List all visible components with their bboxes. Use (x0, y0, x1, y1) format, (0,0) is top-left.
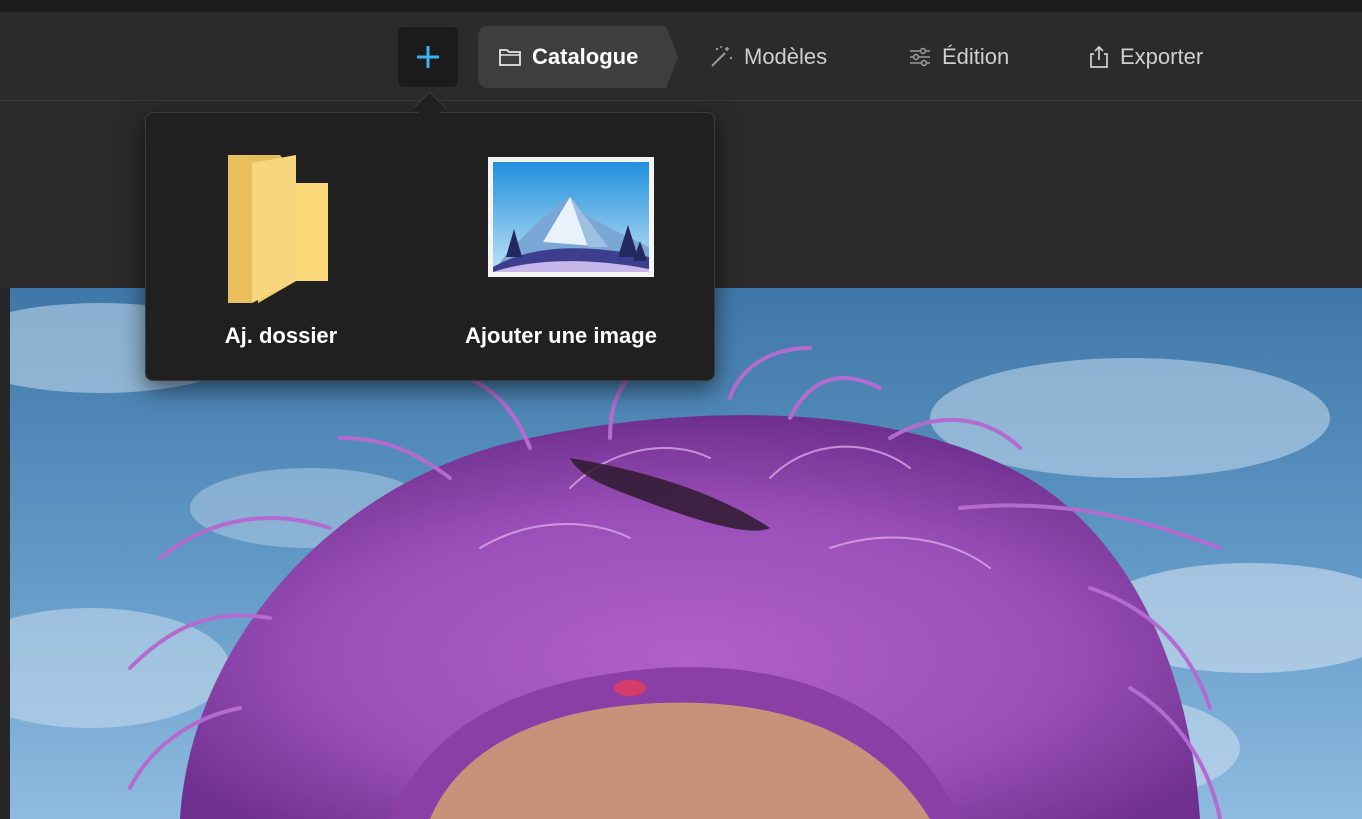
add-menu-popup: Aj. dossier Ajouter une image (145, 112, 715, 381)
app-window: Catalogue Modèles Édition Exporter Aj. d… (0, 0, 1362, 819)
add-image-label: Ajouter une image (465, 323, 657, 348)
window-frame-edge (0, 0, 1362, 12)
tab-catalogue[interactable]: Catalogue (478, 26, 678, 88)
sliders-icon (908, 46, 932, 68)
folder-icon (228, 155, 328, 303)
tab-modeles[interactable]: Modèles (708, 26, 827, 88)
tab-exporter[interactable]: Exporter (1088, 26, 1203, 88)
tab-edition[interactable]: Édition (908, 26, 1009, 88)
add-image-option[interactable]: Ajouter une image (416, 113, 706, 380)
tab-edition-label: Édition (942, 44, 1010, 69)
tab-modeles-label: Modèles (744, 44, 828, 69)
add-folder-option[interactable]: Aj. dossier (166, 113, 396, 380)
folder-outline-icon (498, 47, 522, 67)
plus-icon (417, 46, 439, 68)
add-folder-label: Aj. dossier (224, 323, 338, 348)
magic-wand-icon (708, 45, 734, 69)
tab-exporter-label: Exporter (1120, 44, 1204, 69)
add-button[interactable] (398, 27, 458, 87)
tab-catalogue-label: Catalogue (532, 44, 639, 69)
image-mountain-icon (488, 157, 654, 277)
share-export-icon (1088, 45, 1110, 69)
top-toolbar: Catalogue Modèles Édition Exporter (0, 12, 1362, 101)
